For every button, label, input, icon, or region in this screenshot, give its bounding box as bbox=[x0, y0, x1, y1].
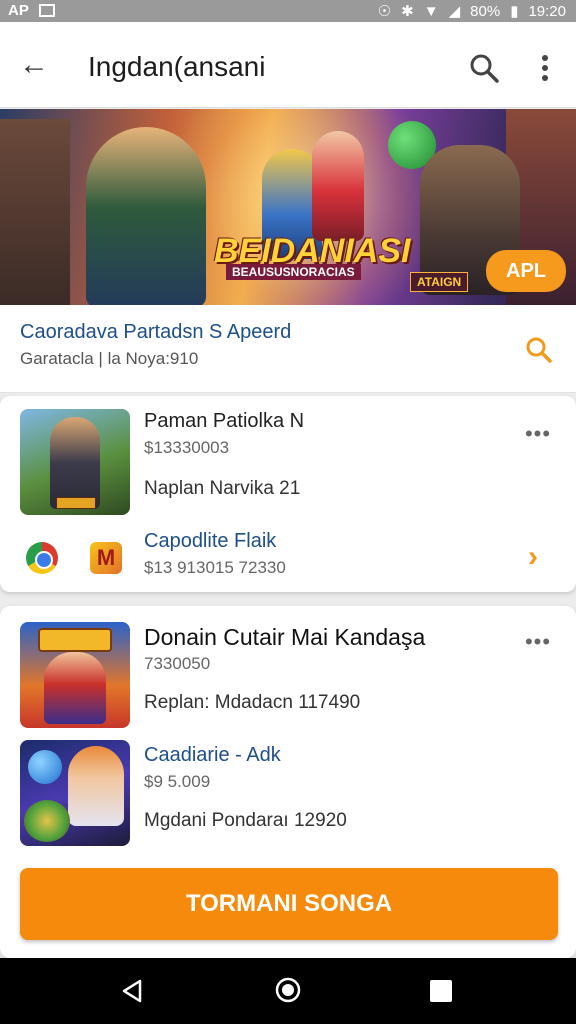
chrome-icon[interactable] bbox=[26, 542, 58, 574]
game-card[interactable]: Paman Patiolka N $13330003 Naplan Narvik… bbox=[0, 396, 576, 592]
page-title: Ingdan(ansani bbox=[88, 51, 266, 82]
search-icon[interactable] bbox=[466, 50, 502, 86]
card-link-label[interactable]: Capodlite Flaik bbox=[144, 530, 276, 553]
status-time: 19:20 bbox=[528, 2, 566, 20]
more-horiz-icon[interactable]: ••• bbox=[522, 423, 554, 448]
game-meta: Replan: Mdadacn 117490 bbox=[144, 692, 361, 713]
game-badge-icon[interactable]: M bbox=[90, 542, 122, 574]
thumbnail-gems bbox=[24, 800, 70, 842]
game-thumbnail[interactable] bbox=[20, 622, 130, 728]
thumbnail-character bbox=[50, 417, 100, 509]
status-bar: AP ☉ ✱ ▼ ◢ 80% ▮ 19:20 bbox=[0, 0, 576, 22]
nav-recents-icon[interactable] bbox=[430, 980, 452, 1002]
app-bar: ← Ingdan(ansani bbox=[0, 22, 576, 108]
banner-tag: ATAIGN bbox=[410, 272, 469, 292]
system-nav-bar bbox=[0, 958, 576, 1024]
game-thumbnail[interactable] bbox=[20, 409, 130, 515]
battery-level: 80% bbox=[470, 2, 501, 20]
banner-subtitle: BEAUSUSNORACIAS bbox=[226, 264, 361, 280]
nav-home-icon[interactable] bbox=[274, 976, 302, 1004]
game-title[interactable]: Caadiarie - Adk bbox=[144, 744, 281, 767]
banner-character-boy bbox=[312, 131, 364, 241]
primary-action-button[interactable]: TORMANI SONGA bbox=[20, 868, 558, 940]
game-price: 7330050 bbox=[144, 654, 211, 673]
nav-back-icon[interactable] bbox=[120, 978, 144, 1004]
game-title: Paman Patiolka N bbox=[144, 410, 305, 432]
info-title: Caoradava Partadsn S Apeerd bbox=[20, 321, 292, 343]
back-arrow-icon[interactable]: ← bbox=[16, 48, 52, 84]
wifi-icon: ▼ bbox=[423, 2, 439, 20]
battery-icon: ▮ bbox=[510, 3, 519, 20]
info-subtitle: Garatacla | la Noya:910 bbox=[20, 349, 199, 368]
thumbnail-orb bbox=[28, 750, 62, 784]
thumbnail-logo bbox=[56, 497, 96, 509]
game-thumbnail[interactable] bbox=[20, 740, 130, 846]
more-vert-icon[interactable] bbox=[530, 50, 560, 86]
chevron-right-icon[interactable]: › bbox=[528, 540, 538, 574]
more-horiz-icon[interactable]: ••• bbox=[522, 631, 554, 656]
game-price: $13330003 bbox=[144, 438, 230, 457]
thumbnail-character bbox=[68, 746, 124, 826]
status-carrier: AP bbox=[8, 2, 29, 19]
card-link-value: $13 913015 72330 bbox=[144, 558, 286, 577]
sync-icon: ☉ bbox=[377, 3, 392, 20]
info-row[interactable]: Caoradava Partadsn S Apeerd Garatacla | … bbox=[0, 305, 576, 393]
thumbnail-character bbox=[44, 652, 106, 724]
game-price: $9 5.009 bbox=[144, 772, 211, 791]
signal-icon: ◢ bbox=[448, 3, 461, 20]
thumbnail-logo bbox=[38, 628, 112, 652]
game-meta: Naplan Narvika 21 bbox=[144, 478, 301, 499]
game-meta: Mgdani Pondaraı 12920 bbox=[144, 810, 347, 831]
bluetooth-icon: ✱ bbox=[401, 3, 414, 20]
search-icon[interactable] bbox=[522, 333, 556, 367]
banner-apply-button[interactable]: APL bbox=[486, 250, 566, 292]
image-notification-icon bbox=[38, 4, 55, 17]
banner-hero-character bbox=[86, 127, 206, 305]
game-title: Donain Cutair Mai Kandaşa bbox=[144, 624, 426, 650]
banner-building-left bbox=[0, 119, 70, 305]
